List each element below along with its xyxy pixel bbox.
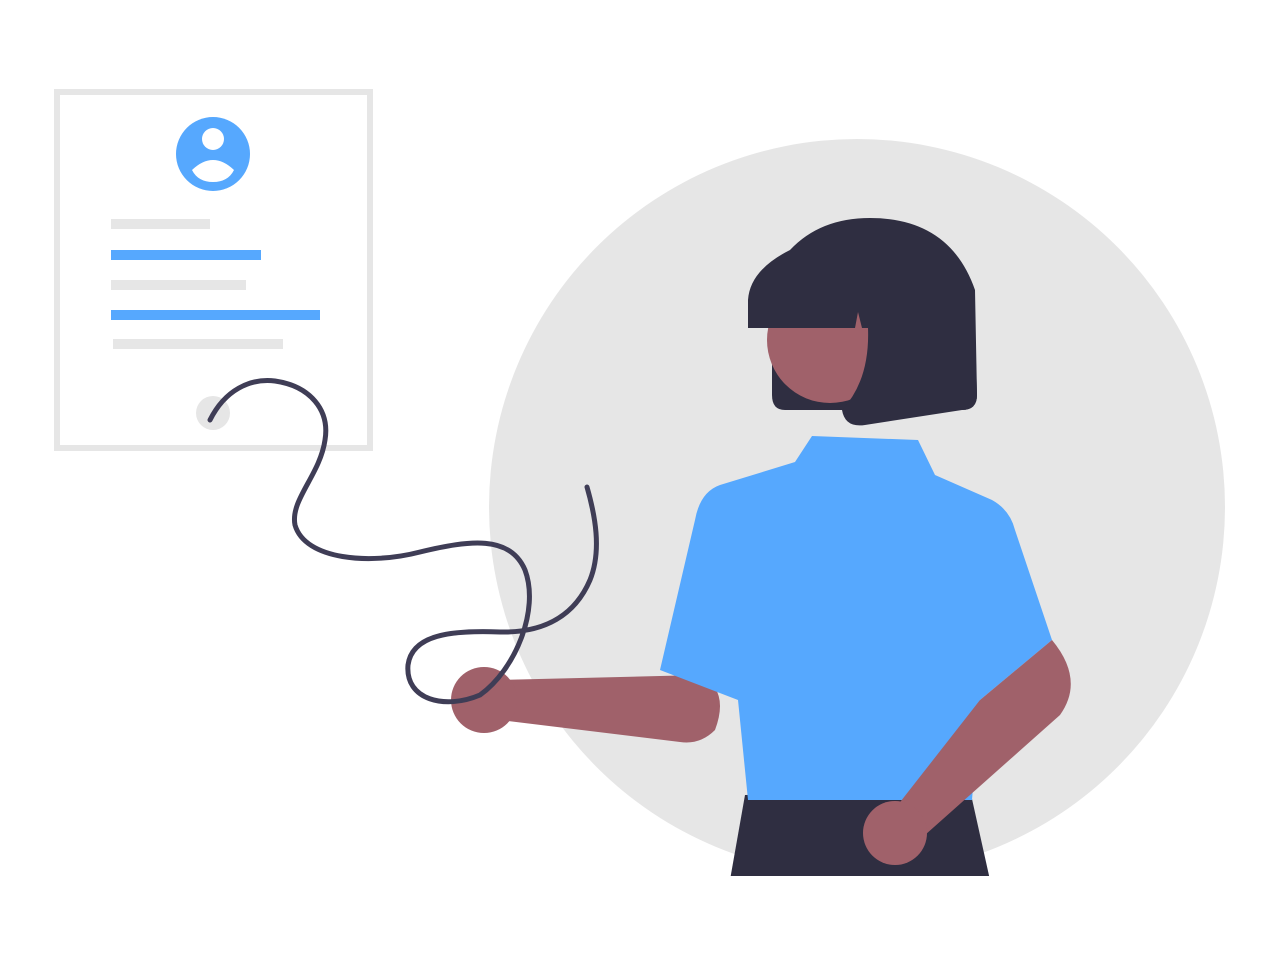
bent-hand: [863, 801, 927, 865]
placeholder-line: [111, 280, 246, 290]
placeholder-line: [113, 339, 283, 349]
extended-arm: [500, 675, 720, 743]
user-avatar-icon: [176, 117, 250, 191]
placeholder-line: [111, 219, 210, 229]
placeholder-line-accent: [111, 250, 261, 260]
illustration: [54, 89, 1225, 876]
placeholder-line-accent: [111, 310, 320, 320]
document-card: [54, 89, 373, 451]
